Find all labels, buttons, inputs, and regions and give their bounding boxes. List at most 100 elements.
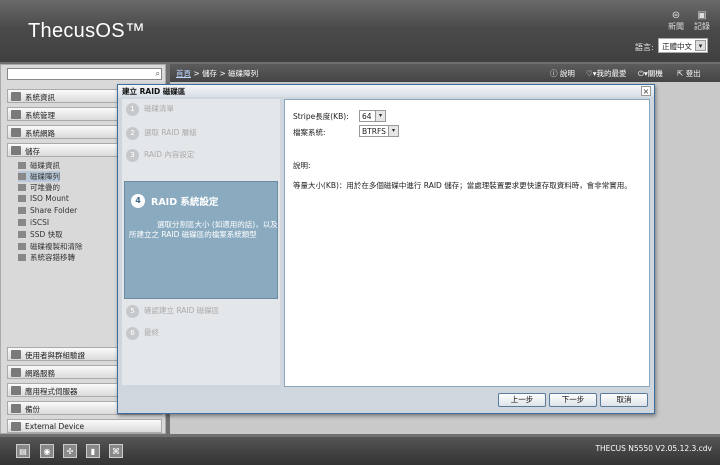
info-icon <box>11 92 21 101</box>
power-icon: ⏻ <box>638 69 644 78</box>
step-label: 確認建立 RAID 磁碟區 <box>144 306 220 315</box>
chevron-down-icon: ▾ <box>695 40 706 51</box>
wizard-step-5: 5 確認建立 RAID 磁碟區 <box>126 305 219 318</box>
wizard-step-4-active: 4 RAID 系統設定 選取分割區大小 (如適用的話)，以及所建立之 RAID … <box>124 181 278 299</box>
filesystem-value: BTRFS <box>362 127 386 136</box>
language-value: 正體中文 <box>662 42 692 51</box>
stripe-size-select[interactable]: 64 ▾ <box>359 110 386 122</box>
favorites-label: 我的最愛 <box>596 69 627 78</box>
sidebar-subitem-failover[interactable]: 系統容錯移轉 <box>18 252 75 263</box>
monitor-icon[interactable]: ▤ <box>16 444 30 458</box>
clone-icon <box>18 243 26 250</box>
sidebar-subitem-share-folder[interactable]: Share Folder <box>18 206 77 215</box>
news-button[interactable]: ⊜ 新聞 <box>664 10 688 32</box>
description-title: 說明: <box>293 161 311 170</box>
sidebar-item-label: 磁碟複製和清除 <box>30 242 83 251</box>
help-button[interactable]: ⓘ 說明 <box>550 68 575 79</box>
top-toolbar: 首頁 > 儲存 > 磁碟陣列 ⓘ 說明 ♡▾我的最愛 ⏻▾關機 ⇱ 登出 <box>170 64 720 82</box>
cancel-button[interactable]: 取消 <box>600 393 648 407</box>
wizard-steps: 1 磁碟清單 2 選取 RAID 層級 3 RAID 內容設定 4 RAID 系統設定… <box>122 99 280 385</box>
app-logo: ThecusOS™ <box>28 20 146 42</box>
filesystem-label: 檔案系統: <box>293 128 326 137</box>
sidebar-item-label: 備份 <box>25 405 40 414</box>
folder-icon <box>18 207 26 214</box>
sidebar-item-label: 可堆疊的 <box>30 183 60 192</box>
network-status-icon[interactable]: ⌘ <box>109 444 123 458</box>
step-label: 磁碟清單 <box>144 104 174 113</box>
sidebar-subitem-ssd-cache[interactable]: SSD 快取 <box>18 229 63 240</box>
step-number: 1 <box>126 103 139 116</box>
sidebar-item-label: 系統管理 <box>25 111 55 120</box>
help-icon: ⓘ <box>550 69 558 78</box>
previous-button[interactable]: 上一步 <box>498 393 546 407</box>
sidebar-item-label: ISO Mount <box>30 194 69 203</box>
log-button[interactable]: ▣ 記錄 <box>690 10 714 32</box>
globe-icon <box>11 368 21 377</box>
iscsi-icon <box>18 219 26 226</box>
dialog-title: 建立 RAID 磁碟區 <box>118 85 654 97</box>
logout-button[interactable]: ⇱ 登出 <box>677 68 701 79</box>
raid-icon <box>18 173 26 180</box>
app-icon <box>11 386 21 395</box>
sidebar-subitem-disk-clone[interactable]: 磁碟複製和清除 <box>18 241 83 252</box>
sidebar-item-label: 系統資訊 <box>25 93 55 102</box>
help-label: 說明 <box>559 69 575 78</box>
sidebar-subitem-raid[interactable]: 磁碟陣列 <box>18 171 60 182</box>
disk-status-icon[interactable]: ◉ <box>40 444 54 458</box>
stripe-size-value: 64 <box>362 112 372 121</box>
filesystem-select[interactable]: BTRFS ▾ <box>359 125 399 137</box>
breadcrumb-raid: 磁碟陣列 <box>228 69 259 78</box>
sidebar-subitem-iscsi[interactable]: iSCSI <box>18 218 49 227</box>
description-text: 等量大小(KB)：用於在多個磁碟中進行 RAID 儲存；當處理裝置要求更快速存取… <box>293 181 632 190</box>
sidebar-item-label: External Device <box>25 422 85 431</box>
step-description: 選取分割區大小 (如適用的話)，以及所建立之 RAID 磁碟區的檔案系統類型 <box>129 220 278 239</box>
favorites-button[interactable]: ♡▾我的最愛 <box>586 68 627 79</box>
logout-icon: ⇱ <box>677 69 684 78</box>
sidebar-item-label: 儲存 <box>25 147 40 156</box>
wizard-step-1: 1 磁碟清單 <box>126 103 174 116</box>
search-input[interactable]: ⌕ <box>7 68 162 80</box>
search-icon[interactable]: ⌕ <box>156 69 160 79</box>
step-label: 選取 RAID 層級 <box>144 128 197 137</box>
logout-label: 登出 <box>685 69 701 78</box>
wizard-step-2: 2 選取 RAID 層級 <box>126 127 197 140</box>
sidebar-item-label: 應用程式伺服器 <box>25 387 78 396</box>
temperature-icon[interactable]: ▮ <box>86 444 100 458</box>
sidebar-item-label: Share Folder <box>30 206 78 215</box>
log-icon: ▣ <box>697 10 707 21</box>
sidebar-item-label: iSCSI <box>30 218 50 227</box>
sidebar-subitem-iso-mount[interactable]: ISO Mount <box>18 194 69 203</box>
sidebar-item-external-device[interactable]: External Device <box>7 419 162 433</box>
ssd-icon <box>18 231 26 238</box>
shutdown-button[interactable]: ⏻▾關機 <box>638 68 663 79</box>
breadcrumb-separator: > <box>217 69 229 78</box>
rss-icon: ⊜ <box>671 10 681 21</box>
step-number: 5 <box>126 305 139 318</box>
stripe-size-label: Stripe長度(KB): <box>293 112 349 121</box>
sidebar-subitem-stackable[interactable]: 可堆疊的 <box>18 182 60 193</box>
language-select[interactable]: 正體中文 ▾ <box>658 38 708 53</box>
app-header: ThecusOS™ ⊜ 新聞 ▣ 記錄 語言: 正體中文 ▾ <box>0 0 720 62</box>
breadcrumb: 首頁 > 儲存 > 磁碟陣列 <box>176 68 258 79</box>
breadcrumb-home[interactable]: 首頁 <box>176 69 191 78</box>
sidebar-subitem-disk-info[interactable]: 磁碟資訊 <box>18 160 60 171</box>
heart-icon: ♡ <box>586 69 593 78</box>
close-icon[interactable]: × <box>641 86 651 96</box>
log-label: 記錄 <box>694 22 710 31</box>
users-icon <box>11 350 21 359</box>
sidebar-item-label: 系統網路 <box>25 129 55 138</box>
chevron-down-icon: ▾ <box>388 126 398 136</box>
sidebar-item-label: 網路服務 <box>25 369 55 378</box>
chevron-down-icon: ▾ <box>375 111 385 121</box>
sidebar-item-label: 磁碟資訊 <box>30 161 60 170</box>
step-number: 4 <box>131 194 145 208</box>
news-label: 新聞 <box>668 22 684 31</box>
next-button[interactable]: 下一步 <box>549 393 597 407</box>
breadcrumb-storage[interactable]: 儲存 <box>202 69 217 78</box>
shutdown-label: 關機 <box>647 69 663 78</box>
sidebar-item-label: SSD 快取 <box>30 230 63 239</box>
step-label: RAID 系統設定 <box>151 197 219 208</box>
fan-icon[interactable]: ✣ <box>63 444 77 458</box>
tools-icon <box>11 110 21 119</box>
step-label: RAID 內容設定 <box>144 150 195 159</box>
